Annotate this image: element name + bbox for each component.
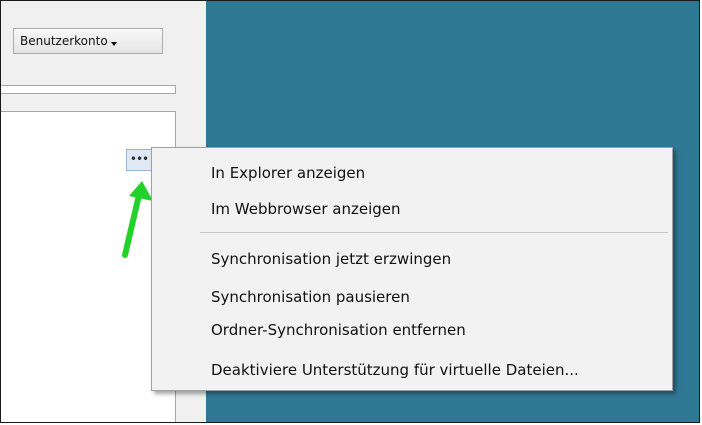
arrow-up-icon (122, 181, 153, 258)
menu-item-show-in-webbrowser[interactable]: Im Webbrowser anzeigen (153, 194, 671, 224)
menu-item-show-in-explorer[interactable]: In Explorer anzeigen (153, 158, 671, 188)
menu-item-remove-folder-sync[interactable]: Ordner-Synchronisation entfernen (153, 315, 671, 345)
menu-item-disable-virtual-files[interactable]: Deaktiviere Unterstützung für virtuelle … (153, 355, 671, 385)
more-dots-icon: ••• (129, 152, 149, 166)
menu-item-pause-sync[interactable]: Synchronisation pausieren (153, 282, 671, 312)
context-menu: In Explorer anzeigen Im Webbrowser anzei… (151, 147, 673, 391)
chevron-down-icon (110, 42, 117, 46)
storage-progress-bar (1, 85, 176, 94)
more-options-button[interactable]: ••• (126, 149, 152, 171)
menu-separator (200, 232, 668, 233)
screenshot-frame: Benutzerkonto ••• In Explorer anzeigen I… (0, 0, 700, 423)
menu-item-force-sync[interactable]: Synchronisation jetzt erzwingen (153, 244, 671, 274)
account-button[interactable]: Benutzerkonto (13, 28, 163, 54)
account-button-label: Benutzerkonto (20, 34, 108, 48)
